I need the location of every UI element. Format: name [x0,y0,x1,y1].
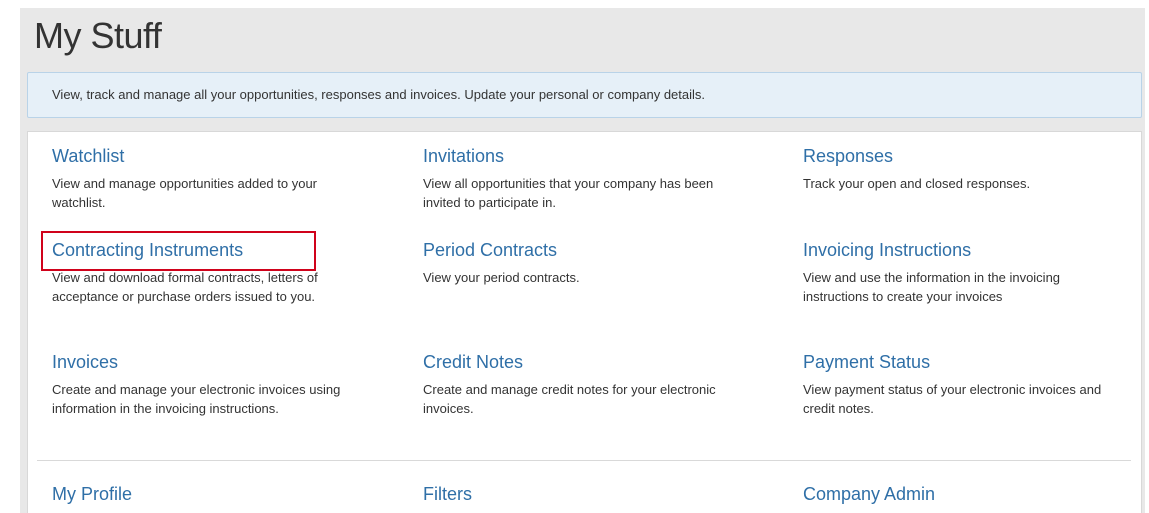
page-title: My Stuff [34,15,162,56]
responses-link[interactable]: Responses [803,144,893,168]
payment-status-description: View payment status of your electronic i… [803,382,1102,416]
invoicing-instructions-link[interactable]: Invoicing Instructions [803,238,971,262]
tile-period-contracts: Period Contracts View your period contra… [423,238,753,287]
tile-invoices: Invoices Create and manage your electron… [52,350,342,418]
tile-contracting-instruments: Contracting Instruments View and downloa… [52,238,357,306]
tile-company-admin: Company Admin [803,482,935,506]
company-admin-link[interactable]: Company Admin [803,482,935,506]
filters-link[interactable]: Filters [423,482,472,506]
my-profile-link[interactable]: My Profile [52,482,132,506]
tile-responses: Responses Track your open and closed res… [803,144,1123,193]
tile-watchlist: Watchlist View and manage opportunities … [52,144,352,212]
invitations-link[interactable]: Invitations [423,144,504,168]
info-banner: View, track and manage all your opportun… [27,72,1142,118]
period-contracts-link[interactable]: Period Contracts [423,238,557,262]
section-divider [37,460,1131,461]
invoicing-instructions-description: View and use the information in the invo… [803,270,1061,304]
watchlist-link[interactable]: Watchlist [52,144,124,168]
tile-payment-status: Payment Status View payment status of yo… [803,350,1113,418]
watchlist-description: View and manage opportunities added to y… [52,176,318,210]
tile-invitations: Invitations View all opportunities that … [423,144,753,212]
period-contracts-description: View your period contracts. [423,270,580,285]
tile-credit-notes: Credit Notes Create and manage credit no… [423,350,743,418]
responses-description: Track your open and closed responses. [803,176,1031,191]
tile-filters: Filters [423,482,472,506]
credit-notes-link[interactable]: Credit Notes [423,350,523,374]
contracting-instruments-description: View and download formal contracts, lett… [52,270,318,304]
invitations-description: View all opportunities that your company… [423,176,714,210]
tile-my-profile: My Profile [52,482,132,506]
info-banner-text: View, track and manage all your opportun… [52,87,706,102]
page: My Stuff View, track and manage all your… [0,0,1149,513]
credit-notes-description: Create and manage credit notes for your … [423,382,716,416]
invoices-description: Create and manage your electronic invoic… [52,382,341,416]
tile-invoicing-instructions: Invoicing Instructions View and use the … [803,238,1093,306]
payment-status-link[interactable]: Payment Status [803,350,930,374]
contracting-instruments-link[interactable]: Contracting Instruments [52,238,243,262]
invoices-link[interactable]: Invoices [52,350,118,374]
